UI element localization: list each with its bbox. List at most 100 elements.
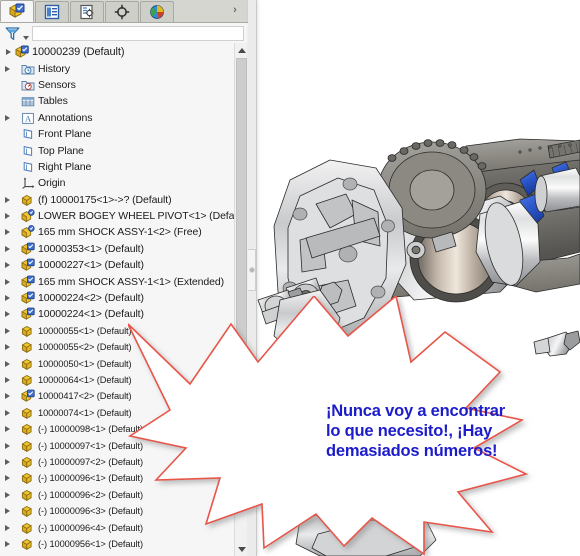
tree-item-expander[interactable]	[2, 470, 13, 486]
tree-filter-input[interactable]	[32, 26, 244, 41]
tree-item-expander[interactable]	[2, 224, 13, 240]
tree-item-expander[interactable]	[2, 405, 13, 421]
plane-icon	[20, 143, 35, 158]
callout-line-1: ¡Nunca voy a encontrar	[326, 401, 576, 421]
tree-item-expander[interactable]	[2, 487, 13, 503]
callout-text-block: ¡Nunca voy a encontrar lo que necesito!,…	[326, 401, 576, 461]
part-icon	[20, 471, 35, 486]
crosshair-target-icon	[114, 4, 130, 20]
tree-item[interactable]: Tables	[0, 93, 234, 109]
display-manager-tab[interactable]	[140, 1, 174, 22]
splitter-grip-handle[interactable]	[248, 249, 256, 291]
subassembly-icon	[20, 225, 35, 240]
feature-manager-tab[interactable]	[0, 0, 34, 22]
tree-root-item[interactable]: 10000239 (Default)	[0, 44, 234, 60]
tree-item-expander[interactable]	[2, 339, 13, 355]
tree-item[interactable]: History	[0, 60, 234, 76]
tree-item[interactable]: Origin	[0, 175, 234, 191]
assembly-icon	[20, 241, 35, 256]
tree-item[interactable]: 165 mm SHOCK ASSY-1<1> (Extended)	[0, 273, 234, 289]
tree-item[interactable]: LOWER BOGEY WHEEL PIVOT<1> (Default)	[0, 208, 234, 224]
tree-item-label: History	[38, 61, 70, 77]
plane-icon	[20, 127, 35, 142]
tab-overflow-chevron-icon[interactable]: ›	[228, 2, 242, 18]
root-expander[interactable]	[3, 44, 14, 60]
solidworks-window: ›	[0, 0, 580, 556]
tree-item[interactable]: (f) 10000175<1>->? (Default)	[0, 192, 234, 208]
subassembly-icon	[20, 209, 35, 224]
annotations-folder-icon: A	[20, 110, 35, 125]
scroll-up-arrow-icon[interactable]	[235, 43, 248, 57]
tree-item-label: 10000055<1> (Default)	[38, 323, 132, 339]
tree-item-label: Annotations	[38, 110, 92, 126]
dimxpert-manager-tab[interactable]	[105, 1, 139, 22]
tree-item-expander[interactable]	[2, 372, 13, 388]
tree-root-label: 10000239 (Default)	[32, 44, 124, 60]
history-folder-icon	[20, 61, 35, 76]
tree-item-expander[interactable]	[2, 257, 13, 273]
speech-starburst-callout: ¡Nunca voy a encontrar lo que necesito!,…	[128, 296, 580, 556]
tree-item[interactable]: 10000227<1> (Default)	[0, 257, 234, 273]
part-icon	[20, 422, 35, 437]
tree-item[interactable]: 165 mm SHOCK ASSY-1<2> (Free)	[0, 224, 234, 240]
tree-item-expander[interactable]	[2, 241, 13, 257]
tree-item-expander[interactable]	[2, 536, 13, 552]
part-icon	[20, 438, 35, 453]
part-icon	[20, 323, 35, 338]
configuration-icon	[79, 4, 95, 20]
plane-icon	[20, 159, 35, 174]
tree-item-expander	[2, 143, 13, 159]
tree-item-expander	[2, 77, 13, 93]
assembly-icon	[20, 274, 35, 289]
tree-item[interactable]: Top Plane	[0, 142, 234, 158]
tree-item-expander[interactable]	[2, 323, 13, 339]
tree-item[interactable]: AAnnotations	[0, 110, 234, 126]
part-icon	[20, 504, 35, 519]
tree-item-expander[interactable]	[2, 306, 13, 322]
assembly-icon	[20, 307, 35, 322]
tree-item[interactable]: Front Plane	[0, 126, 234, 142]
tree-item-expander[interactable]	[2, 192, 13, 208]
origin-icon	[20, 176, 35, 191]
part-icon	[20, 405, 35, 420]
filter-dropdown-caret-icon[interactable]	[22, 24, 30, 42]
configuration-manager-tab[interactable]	[70, 1, 104, 22]
yellow-assembly-cube-icon	[8, 3, 26, 20]
tree-item-label: Sensors	[38, 77, 76, 93]
tree-item-label: Origin	[38, 175, 65, 191]
sensors-folder-icon	[20, 77, 35, 92]
tree-item-label: 10000417<2> (Default)	[38, 388, 132, 404]
tree-item-expander[interactable]	[2, 274, 13, 290]
tree-item-expander[interactable]	[2, 110, 13, 126]
part-icon	[20, 520, 35, 535]
part-icon	[20, 356, 35, 371]
tree-item-expander[interactable]	[2, 356, 13, 372]
tree-filter-row	[0, 23, 248, 43]
tree-item-label: Top Plane	[38, 143, 84, 159]
filter-funnel-icon[interactable]	[2, 24, 22, 42]
tree-item-expander	[2, 126, 13, 142]
tree-item-expander[interactable]	[2, 520, 13, 536]
manager-tab-strip: ›	[0, 0, 248, 23]
tree-item[interactable]: Sensors	[0, 77, 234, 93]
tree-item-expander[interactable]	[2, 208, 13, 224]
part-icon	[20, 373, 35, 388]
tree-item-label: Front Plane	[38, 126, 91, 142]
tree-item-expander	[2, 93, 13, 109]
tree-item-expander[interactable]	[2, 421, 13, 437]
property-manager-tab[interactable]	[35, 1, 69, 22]
tree-item-label: 10000227<1> (Default)	[38, 257, 144, 273]
tree-item[interactable]: 10000353<1> (Default)	[0, 241, 234, 257]
assembly-icon	[20, 258, 35, 273]
color-pie-icon	[149, 4, 165, 20]
assembly-icon	[20, 291, 35, 306]
tree-item-expander[interactable]	[2, 388, 13, 404]
blue-list-icon	[44, 4, 60, 20]
tree-item[interactable]: Right Plane	[0, 159, 234, 175]
tree-item-expander[interactable]	[2, 290, 13, 306]
tree-item-expander[interactable]	[2, 454, 13, 470]
assembly-icon	[14, 45, 29, 60]
tree-item-expander[interactable]	[2, 61, 13, 77]
tree-item-expander[interactable]	[2, 503, 13, 519]
tree-item-expander[interactable]	[2, 438, 13, 454]
